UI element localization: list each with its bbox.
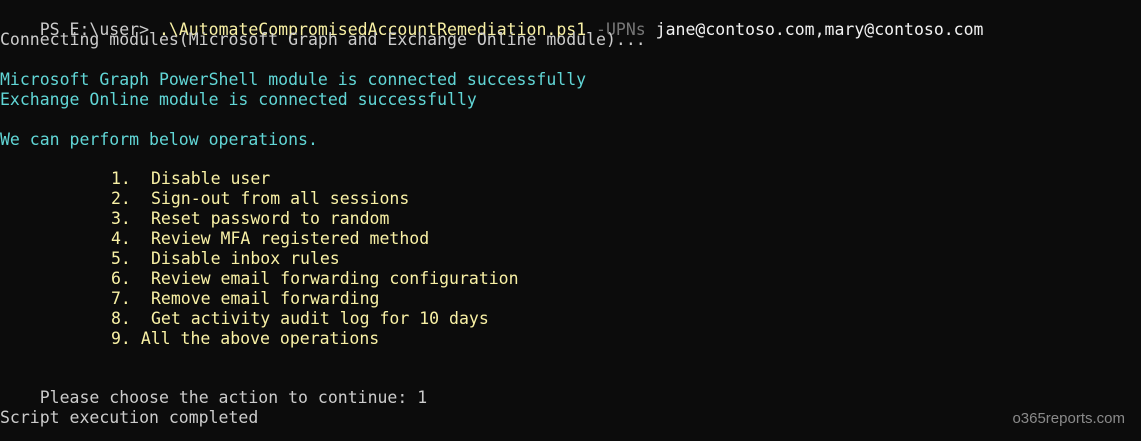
menu-item-number: 4. xyxy=(111,229,131,248)
menu-item-number: 2. xyxy=(111,189,131,208)
operations-header: We can perform below operations. xyxy=(0,130,318,149)
choice-input[interactable]: 1 xyxy=(417,388,427,407)
menu-item: 6. Review email forwarding configuration xyxy=(111,269,519,289)
menu-item-label: Remove email forwarding xyxy=(151,289,380,308)
menu-item-number: 7. xyxy=(111,289,131,308)
menu-item: 3. Reset password to random xyxy=(111,209,389,229)
terminal-window[interactable]: PS E:\user> .\AutomateCompromisedAccount… xyxy=(0,0,1141,441)
menu-item-label: Review MFA registered method xyxy=(151,229,430,248)
choose-action-prompt[interactable]: Please choose the action to continue: 1 xyxy=(0,368,427,407)
param-value: jane@contoso.com,mary@contoso.com xyxy=(655,20,984,39)
menu-item-label: Get activity audit log for 10 days xyxy=(151,309,489,328)
menu-item-label: Reset password to random xyxy=(151,209,390,228)
connecting-message: Connecting modules(Microsoft Graph and E… xyxy=(0,30,646,49)
menu-item-label: Sign-out from all sessions xyxy=(151,189,410,208)
menu-item-label: Disable user xyxy=(151,169,271,188)
completion-message: Script execution completed xyxy=(0,408,259,427)
menu-item-number: 3. xyxy=(111,209,131,228)
menu-item: 2. Sign-out from all sessions xyxy=(111,189,409,209)
menu-item: 4. Review MFA registered method xyxy=(111,229,429,249)
watermark: o365reports.com xyxy=(1012,410,1125,427)
command-line: PS E:\user> .\AutomateCompromisedAccount… xyxy=(0,0,984,39)
menu-item-number: 9. xyxy=(111,329,131,348)
exchange-status: Exchange Online module is connected succ… xyxy=(0,90,477,109)
menu-item-label: Disable inbox rules xyxy=(151,249,340,268)
menu-item-number: 5. xyxy=(111,249,131,268)
menu-item: 1. Disable user xyxy=(111,169,270,189)
menu-item-number: 8. xyxy=(111,309,131,328)
menu-item-label: Review email forwarding configuration xyxy=(151,269,519,288)
choose-action-label: Please choose the action to continue: xyxy=(39,388,418,407)
menu-item: 7. Remove email forwarding xyxy=(111,289,379,309)
menu-item-number: 6. xyxy=(111,269,131,288)
menu-item: 8. Get activity audit log for 10 days xyxy=(111,309,489,329)
menu-item-label: All the above operations xyxy=(140,329,380,348)
menu-item-number: 1. xyxy=(111,169,131,188)
graph-status: Microsoft Graph PowerShell module is con… xyxy=(0,70,587,89)
menu-item: 9. All the above operations xyxy=(111,329,379,349)
menu-item: 5. Disable inbox rules xyxy=(111,249,340,269)
